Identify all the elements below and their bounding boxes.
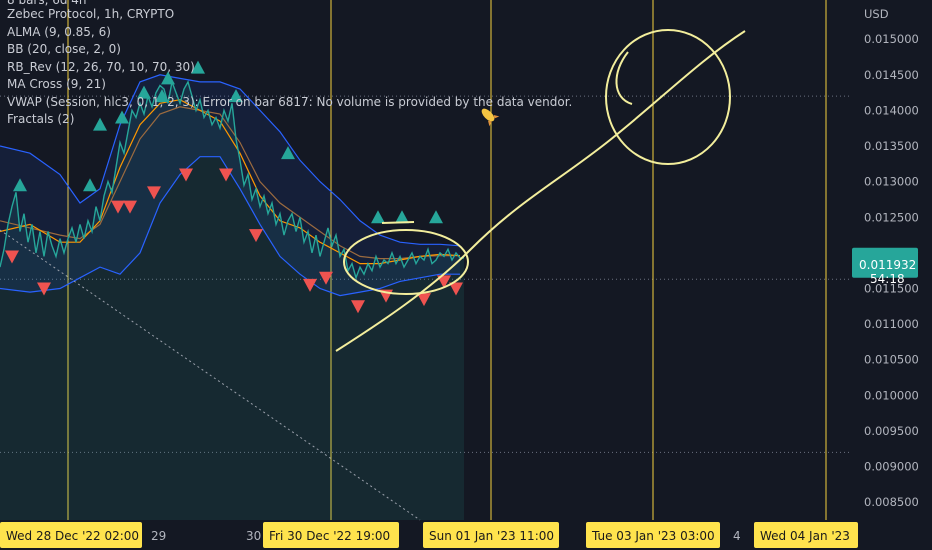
- current-price-value: 0.011932: [859, 258, 916, 272]
- legend-indicator[interactable]: ALMA (9, 0.85, 6): [7, 24, 572, 42]
- current-price-countdown: 54:18: [870, 272, 905, 286]
- time-axis-highlight-label: Sun 01 Jan '23 11:00: [429, 529, 554, 543]
- time-axis-tick: 30: [246, 529, 261, 543]
- time-axis-highlight-label: Wed 04 Jan '23: [760, 529, 850, 543]
- price-axis-tick: 0.008500: [864, 495, 919, 509]
- time-axis-highlight-label: Tue 03 Jan '23 03:00: [591, 529, 715, 543]
- time-axis-tick: 29: [151, 529, 166, 543]
- price-axis-tick: 0.009500: [864, 424, 919, 438]
- legend-partial-label: 8 bars, 6d 4h: [7, 0, 87, 7]
- legend-indicator[interactable]: BB (20, close, 2, 0): [7, 41, 572, 59]
- legend-indicator[interactable]: VWAP (Session, hlc3, 0, 1, 2, 3): Error …: [7, 94, 572, 112]
- legend-indicator[interactable]: Fractals (2): [7, 111, 572, 129]
- indicator-legend: 8 bars, 6d 4h Zebec Protocol, 1h, CRYPTO…: [7, 0, 572, 129]
- small-tick-drawing: [381, 221, 415, 224]
- price-axis-tick: 0.014000: [864, 103, 919, 117]
- price-axis-tick: 0.012500: [864, 210, 919, 224]
- legend-indicator[interactable]: MA Cross (9, 21): [7, 76, 572, 94]
- legend-title[interactable]: Zebec Protocol, 1h, CRYPTO: [7, 6, 572, 24]
- price-axis-tick: 0.014500: [864, 68, 919, 82]
- price-axis-tick: 0.013000: [864, 175, 919, 189]
- time-axis-highlight-label: Wed 28 Dec '22 02:00: [6, 529, 139, 543]
- price-axis-tick: 0.015000: [864, 32, 919, 46]
- price-axis-currency: USD: [864, 7, 889, 21]
- price-axis-tick: 0.013500: [864, 139, 919, 153]
- price-axis-tick: 0.010500: [864, 353, 919, 367]
- price-axis-tick: 0.011000: [864, 317, 919, 331]
- price-axis-tick: 0.010000: [864, 388, 919, 402]
- price-axis-tick: 0.009000: [864, 460, 919, 474]
- legend-indicator[interactable]: RB_Rev (12, 26, 70, 10, 70, 30): [7, 59, 572, 77]
- time-axis-highlight-label: Fri 30 Dec '22 19:00: [269, 529, 390, 543]
- time-axis-tick: 4: [733, 529, 741, 543]
